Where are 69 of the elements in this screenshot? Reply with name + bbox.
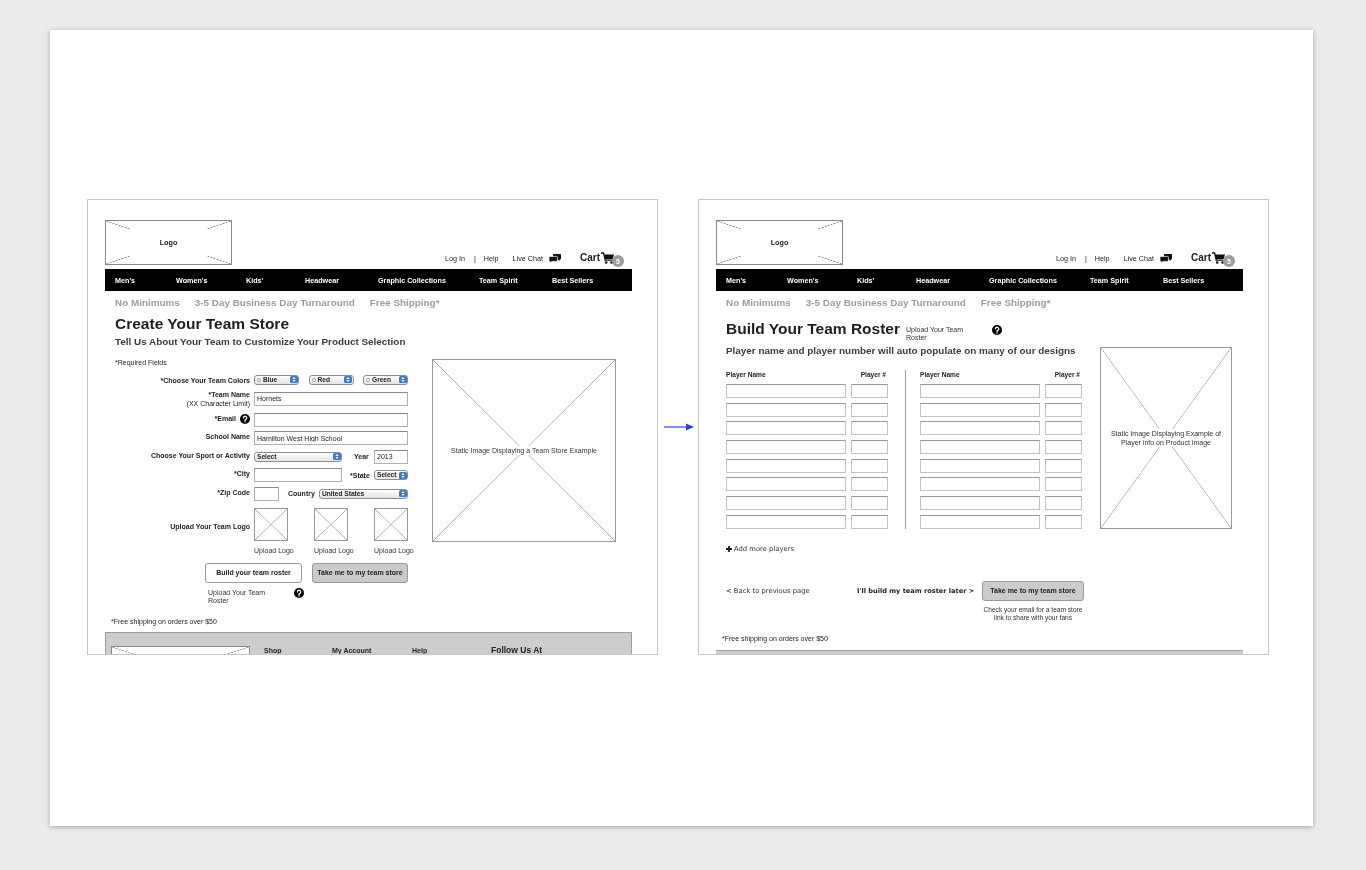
player-number-field[interactable]: [1045, 402, 1082, 417]
cart-icon: [601, 252, 614, 264]
chat-bubbles-icon: [1160, 253, 1172, 263]
player-name-field[interactable]: [920, 477, 1040, 492]
player-name-field[interactable]: [726, 458, 846, 473]
stepper-icon: [332, 453, 341, 460]
player-number-field[interactable]: [1045, 514, 1082, 529]
player-number-field[interactable]: [851, 384, 888, 398]
help-icon[interactable]: [294, 587, 304, 598]
tagline: No Minimums: [115, 297, 180, 309]
text-field[interactable]: [254, 468, 342, 482]
tagline: Free Shipping*: [980, 297, 1051, 309]
player-number-field[interactable]: [1045, 440, 1082, 455]
player-number-field[interactable]: [851, 402, 888, 417]
player-number-field[interactable]: [1045, 384, 1082, 398]
cart-link[interactable]: Cart: [580, 252, 600, 264]
player-name-field[interactable]: [920, 421, 1040, 436]
text-field[interactable]: [254, 486, 279, 501]
player-name-field[interactable]: [726, 440, 846, 455]
cart-icon: [1212, 252, 1225, 264]
help-icon[interactable]: [240, 413, 250, 424]
page-title: Build Your Team Roster: [726, 320, 900, 338]
tagline: Free Shipping*: [369, 297, 440, 309]
player-number-field[interactable]: [851, 458, 888, 473]
player-number-field[interactable]: [851, 496, 888, 511]
player-name-field[interactable]: [726, 477, 846, 492]
stepper-icon: [344, 376, 352, 383]
page-subtitle: Tell Us About Your Team to Customize Your Product Selection: [115, 336, 407, 348]
help-icon[interactable]: [992, 325, 1002, 335]
tagline: No Minimums: [726, 297, 791, 309]
player-number-field[interactable]: [851, 440, 888, 455]
player-name-field[interactable]: [920, 514, 1040, 529]
stepper-icon: [398, 471, 407, 479]
player-name-field[interactable]: [920, 402, 1040, 417]
page-title: Create Your Team Store: [115, 315, 290, 333]
chat-bubbles-icon: [549, 253, 561, 263]
plus-icon: [726, 545, 732, 552]
page-subtitle: Player name and player number will auto populate on many of our designs: [726, 345, 1077, 356]
image-placeholder: [314, 507, 348, 541]
cart-link[interactable]: Cart: [1191, 252, 1211, 264]
player-number-field[interactable]: [1045, 458, 1082, 473]
player-name-field[interactable]: [920, 496, 1040, 511]
player-number-field[interactable]: [1045, 421, 1082, 436]
swatch-icon: [366, 377, 370, 382]
stepper-icon: [289, 376, 298, 383]
player-name-field[interactable]: [726, 402, 846, 417]
text-field[interactable]: [254, 412, 408, 427]
stepper-icon: [398, 490, 407, 497]
stepper-icon: [398, 376, 407, 383]
player-number-field[interactable]: [851, 514, 888, 529]
player-name-field[interactable]: [920, 384, 1040, 398]
player-number-field[interactable]: [851, 421, 888, 436]
player-name-field[interactable]: [920, 440, 1040, 455]
swatch-icon: [311, 377, 316, 382]
player-name-field[interactable]: [726, 514, 846, 529]
tagline: 3-5 Day Business Day Turnaround: [805, 297, 966, 309]
player-number-field[interactable]: [1045, 496, 1082, 511]
player-name-field[interactable]: [726, 421, 846, 436]
swatch-icon: [257, 377, 261, 382]
image-placeholder: [254, 507, 288, 541]
player-name-field[interactable]: [726, 384, 846, 398]
player-number-field[interactable]: [851, 477, 888, 492]
player-number-field[interactable]: [1045, 477, 1082, 492]
tagline: 3-5 Day Business Day Turnaround: [194, 297, 355, 309]
footer-heading: Follow Us At: [491, 645, 543, 654]
player-name-field[interactable]: [920, 458, 1040, 473]
player-name-field[interactable]: [726, 496, 846, 511]
right-arrow-icon: [664, 423, 694, 431]
image-placeholder: [374, 507, 408, 541]
